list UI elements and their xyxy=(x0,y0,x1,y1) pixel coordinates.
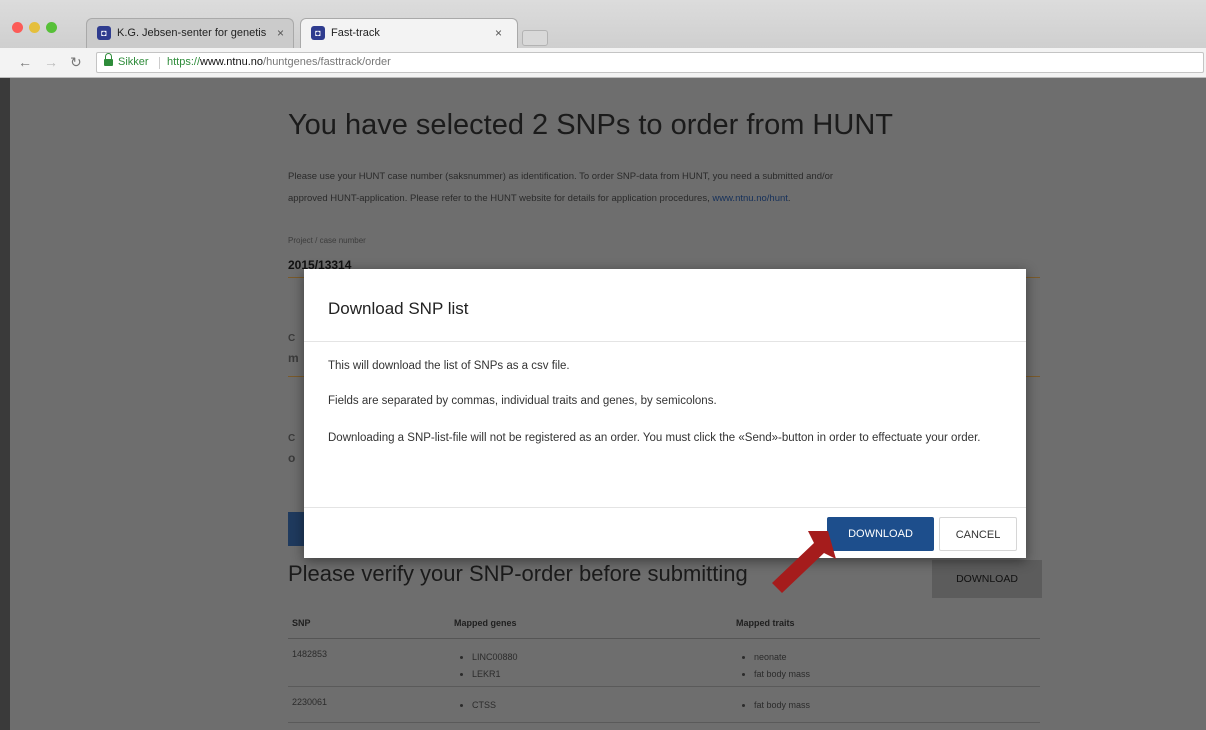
security-label: Sikker xyxy=(118,56,149,68)
window-close-icon[interactable] xyxy=(12,22,23,33)
url-text: https://www.ntnu.no/huntgenes/fasttrack/… xyxy=(167,53,391,72)
hidden-field-fragment: C xyxy=(288,433,296,444)
ntnu-favicon-icon: ◘ xyxy=(97,26,111,40)
verify-heading: Please verify your SNP-order before subm… xyxy=(288,561,748,586)
column-header-genes: Mapped genes xyxy=(453,608,735,639)
reload-icon[interactable]: ↻ xyxy=(70,54,82,71)
window-left-edge xyxy=(0,78,10,730)
dialog-paragraph: Downloading a SNP-list-file will not be … xyxy=(328,432,981,444)
trait-item: neonate xyxy=(754,649,1039,666)
hidden-field-fragment: C xyxy=(288,333,296,344)
url-host: www.ntnu.no xyxy=(200,56,264,68)
hunt-website-link[interactable]: www.ntnu.no/hunt xyxy=(712,193,788,204)
url-path: /huntgenes/fasttrack/order xyxy=(263,56,391,68)
gene-item: LEKR1 xyxy=(472,666,734,683)
download-snp-dialog: Download SNP list This will download the… xyxy=(304,269,1026,558)
window-minimize-icon[interactable] xyxy=(29,22,40,33)
tab-title: Fast-track xyxy=(331,27,380,39)
tab-close-icon[interactable]: × xyxy=(277,26,284,40)
browser-tabstrip: ◘ K.G. Jebsen-senter for genetis × ◘ Fas… xyxy=(0,0,1206,48)
tab-fast-track[interactable]: ◘ Fast-track × xyxy=(300,18,518,48)
dialog-paragraph: Fields are separated by commas, individu… xyxy=(328,395,717,407)
mapped-traits-cell: neonatefat body mass xyxy=(735,638,1040,687)
tab-title: K.G. Jebsen-senter for genetis xyxy=(117,27,267,39)
snp-table: SNP Mapped genes Mapped traits 1482853 L… xyxy=(288,608,1040,723)
lock-icon xyxy=(104,53,113,66)
cancel-button[interactable]: CANCEL xyxy=(939,517,1017,551)
column-header-traits: Mapped traits xyxy=(735,608,1040,639)
intro-text: Please use your HUNT case number (saksnu… xyxy=(288,166,1028,210)
trait-item: fat body mass xyxy=(754,697,1039,714)
page-title: You have selected 2 SNPs to order from H… xyxy=(288,109,893,141)
intro-line-2-text: approved HUNT-application. Please refer … xyxy=(288,193,710,204)
dialog-paragraph: This will download the list of SNPs as a… xyxy=(328,360,570,372)
hidden-field-fragment: o xyxy=(288,451,296,465)
mapped-traits-cell: fat body mass xyxy=(735,686,1040,723)
annotation-arrow-icon xyxy=(772,531,836,593)
download-button[interactable]: DOWNLOAD xyxy=(827,517,934,551)
dialog-divider xyxy=(304,341,1026,342)
trait-item: fat body mass xyxy=(754,666,1039,683)
download-button-background[interactable]: DOWNLOAD xyxy=(932,560,1042,598)
table-header-row: SNP Mapped genes Mapped traits xyxy=(288,608,1040,639)
mapped-genes-cell: CTSS xyxy=(453,686,735,723)
dialog-title: Download SNP list xyxy=(328,299,469,318)
table-row: 2230061 CTSS fat body mass xyxy=(288,686,1040,723)
tab-close-icon[interactable]: × xyxy=(495,26,502,40)
window-zoom-icon[interactable] xyxy=(46,22,57,33)
snp-id: 2230061 xyxy=(288,686,453,723)
ntnu-favicon-icon: ◘ xyxy=(311,26,325,40)
url-scheme: https:// xyxy=(167,56,201,68)
column-header-snp: SNP xyxy=(288,608,453,639)
forward-arrow-icon[interactable]: → xyxy=(44,54,58,70)
gene-item: CTSS xyxy=(472,697,734,714)
mapped-genes-cell: LINC00880LEKR1 xyxy=(453,638,735,687)
project-number-label: Project / case number xyxy=(288,236,366,245)
tab-kg-jebsen[interactable]: ◘ K.G. Jebsen-senter for genetis × xyxy=(86,18,294,48)
browser-toolbar: ← → ↻ Sikker https://www.ntnu.no/huntgen… xyxy=(0,48,1206,78)
gene-item: LINC00880 xyxy=(472,649,734,666)
address-separator xyxy=(159,57,160,69)
new-tab-button[interactable] xyxy=(522,30,548,46)
address-bar[interactable]: Sikker https://www.ntnu.no/huntgenes/fas… xyxy=(96,52,1204,73)
intro-line-2: approved HUNT-application. Please refer … xyxy=(288,193,791,204)
dialog-divider xyxy=(304,507,1026,508)
table-row: 1482853 LINC00880LEKR1 neonatefat body m… xyxy=(288,638,1040,687)
hidden-field-fragment: m xyxy=(288,351,299,365)
back-arrow-icon[interactable]: ← xyxy=(18,54,32,70)
snp-id: 1482853 xyxy=(288,638,453,687)
intro-line-1: Please use your HUNT case number (saksnu… xyxy=(288,171,834,182)
